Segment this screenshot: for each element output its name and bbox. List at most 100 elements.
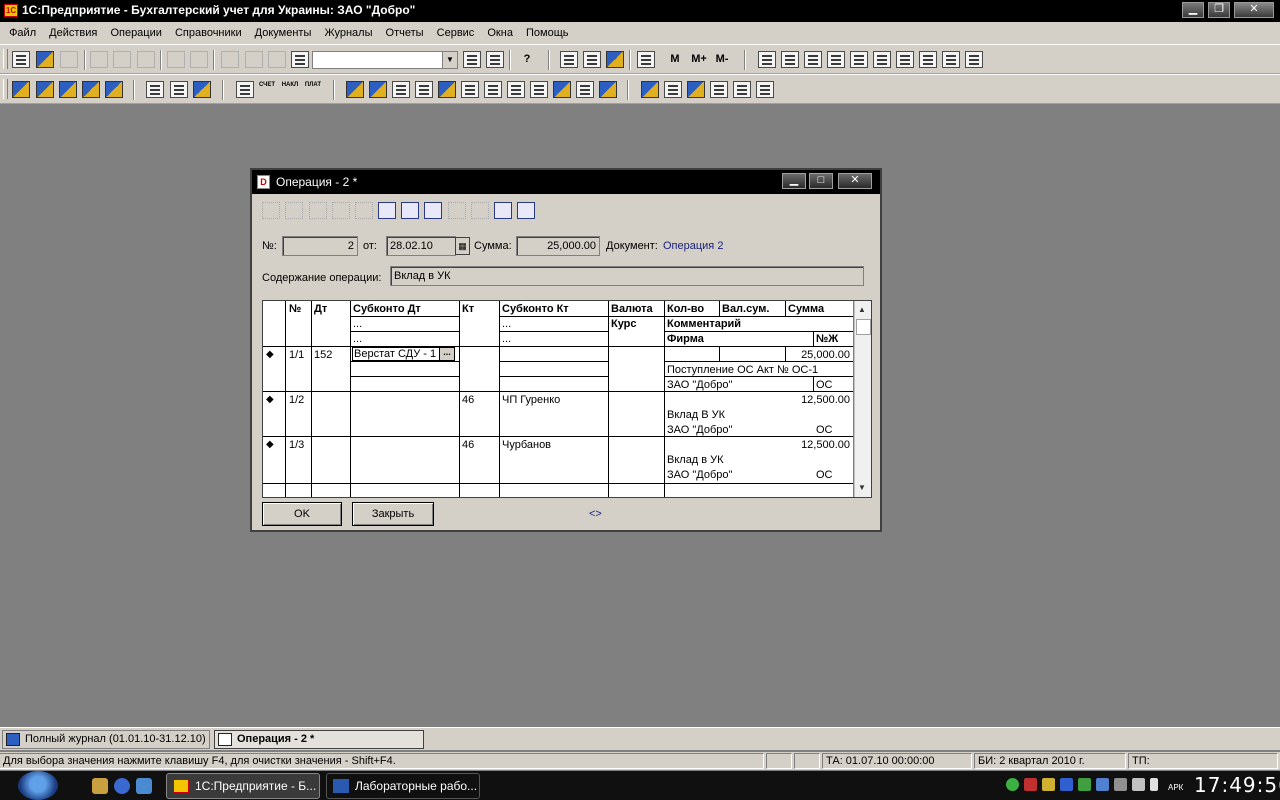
context-help-icon[interactable] xyxy=(517,202,535,219)
waybill-icon[interactable]: НАКЛ xyxy=(281,81,299,98)
sort-icon[interactable] xyxy=(507,81,525,98)
book-icon[interactable] xyxy=(637,51,655,68)
arrow-up-icon[interactable] xyxy=(448,202,466,219)
split-icon[interactable] xyxy=(438,81,456,98)
list-icon[interactable] xyxy=(236,81,254,98)
select-button[interactable]: ... xyxy=(439,348,454,360)
dialog-maximize-button[interactable]: □ xyxy=(809,173,833,189)
arrow-down-icon[interactable] xyxy=(471,202,489,219)
search-combo[interactable]: ▼ xyxy=(312,51,458,69)
calendar-icon[interactable] xyxy=(583,51,601,68)
report-icon[interactable] xyxy=(758,51,776,68)
tools-icon[interactable] xyxy=(606,51,624,68)
scroll-up-icon[interactable]: ▲ xyxy=(858,305,866,314)
memory-button[interactable]: M xyxy=(666,51,684,68)
tray-antivirus-icon[interactable] xyxy=(1006,778,1019,791)
report-icon[interactable] xyxy=(896,51,914,68)
menu-references[interactable]: Справочники xyxy=(170,22,247,44)
memory-subtract-button[interactable]: M- xyxy=(711,51,733,68)
delete-entry-icon[interactable] xyxy=(424,202,442,219)
navigation-link[interactable]: <> xyxy=(589,508,602,520)
open-folder-icon[interactable] xyxy=(36,51,54,68)
invoice-icon[interactable]: СЧЕТ xyxy=(258,81,276,98)
help-icon[interactable] xyxy=(494,202,512,219)
document-link[interactable]: Операция 2 xyxy=(663,240,723,252)
tools-icon[interactable] xyxy=(756,81,774,98)
entry-dt[interactable]: 152 xyxy=(314,348,332,362)
close-app-button[interactable]: ✕ xyxy=(1234,2,1274,18)
scroll-thumb[interactable] xyxy=(856,319,871,335)
replace-icon[interactable] xyxy=(486,51,504,68)
sort-desc-icon[interactable] xyxy=(530,81,548,98)
task-word[interactable]: Лабораторные рабо... xyxy=(326,773,480,799)
menu-help[interactable]: Помощь xyxy=(521,22,574,44)
menu-service[interactable]: Сервис xyxy=(432,22,480,44)
edit-row-icon[interactable] xyxy=(309,202,327,219)
media-player-icon[interactable] xyxy=(114,778,130,794)
chevron-down-icon[interactable]: ▼ xyxy=(442,52,457,68)
menu-reports[interactable]: Отчеты xyxy=(381,22,429,44)
volume-icon[interactable] xyxy=(1132,778,1145,791)
insert-row-icon[interactable] xyxy=(332,202,350,219)
entry-kt[interactable]: 46 xyxy=(462,438,474,452)
table-scrollbar[interactable]: ▲ ▼ xyxy=(854,301,871,497)
menu-file[interactable]: Файл xyxy=(4,22,41,44)
new-document-icon[interactable] xyxy=(12,51,30,68)
tab-operation[interactable]: Операция - 2 * xyxy=(214,730,424,749)
cross-icon[interactable] xyxy=(392,81,410,98)
report-icon[interactable] xyxy=(804,51,822,68)
tray-app-icon[interactable] xyxy=(1024,778,1037,791)
chart-of-accounts-icon[interactable] xyxy=(12,81,30,98)
paste-icon[interactable] xyxy=(137,51,155,68)
toolbar-grip[interactable] xyxy=(3,49,8,69)
print-icon[interactable] xyxy=(167,51,185,68)
content-field[interactable]: Вклад в УК xyxy=(390,266,864,286)
entries-icon[interactable] xyxy=(82,81,100,98)
tray-bluetooth-icon[interactable] xyxy=(1060,778,1073,791)
report-icon[interactable] xyxy=(919,51,937,68)
redo-icon[interactable] xyxy=(268,51,286,68)
add-row-icon[interactable] xyxy=(262,202,280,219)
payment-icon[interactable]: ПЛАТ xyxy=(304,81,322,98)
dialog-title-bar[interactable]: D Операция - 2 * ▁ □ ✕ xyxy=(252,170,880,194)
ok-button[interactable]: OK xyxy=(262,502,342,526)
restore-button[interactable]: ❐ xyxy=(1208,2,1230,18)
delete-row-icon[interactable] xyxy=(355,202,373,219)
date-field[interactable]: 28.02.10 xyxy=(386,236,456,256)
calendar-icon[interactable]: ▦ xyxy=(455,237,470,255)
menu-operations[interactable]: Операции xyxy=(105,22,166,44)
sum-field[interactable]: 25,000.00 xyxy=(516,236,600,256)
properties-icon[interactable] xyxy=(221,51,239,68)
tray-network-icon[interactable] xyxy=(1096,778,1109,791)
find-next-icon[interactable] xyxy=(463,51,481,68)
operations-icon[interactable] xyxy=(36,81,54,98)
tray-app-icon[interactable] xyxy=(1114,778,1127,791)
table-icon[interactable] xyxy=(781,51,799,68)
grid-icon[interactable] xyxy=(461,81,479,98)
tab-full-journal[interactable]: Полный журнал (01.01.10-31.12.10) xyxy=(2,730,210,749)
find-binoculars-icon[interactable] xyxy=(291,51,309,68)
filter-icon[interactable] xyxy=(105,81,123,98)
minimize-button[interactable]: ▁ xyxy=(1182,2,1204,18)
clock[interactable]: 17:49:56 xyxy=(1194,773,1280,797)
task-1c[interactable]: 1С:Предприятие - Б... xyxy=(166,773,320,799)
calculator-icon[interactable] xyxy=(560,51,578,68)
explorer-icon[interactable] xyxy=(92,778,108,794)
copy-document-icon[interactable] xyxy=(369,81,387,98)
worker-icon[interactable] xyxy=(641,81,659,98)
entries-icon[interactable] xyxy=(378,202,396,219)
disk-icon[interactable] xyxy=(170,81,188,98)
report-icon[interactable] xyxy=(942,51,960,68)
tools-icon[interactable] xyxy=(687,81,705,98)
mark-icon[interactable] xyxy=(553,81,571,98)
dialog-close-button[interactable]: ✕ xyxy=(838,173,872,189)
undo-icon[interactable] xyxy=(245,51,263,68)
copy-row-icon[interactable] xyxy=(285,202,303,219)
tools-icon[interactable] xyxy=(733,81,751,98)
save-icon[interactable] xyxy=(60,51,78,68)
dialog-minimize-button[interactable]: ▁ xyxy=(782,173,806,189)
globe-icon[interactable] xyxy=(599,81,617,98)
number-field[interactable]: 2 xyxy=(282,236,358,256)
copy-icon[interactable] xyxy=(113,51,131,68)
language-indicator[interactable]: АРК xyxy=(1168,783,1183,792)
